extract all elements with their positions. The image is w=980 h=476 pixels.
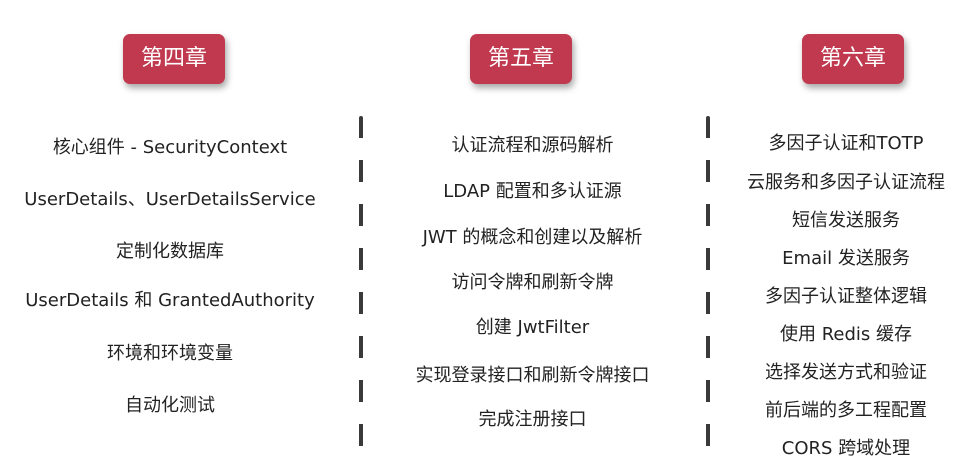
- chapter-title-5: 第五章: [470, 34, 573, 84]
- chapter-title-4: 第四章: [123, 34, 226, 84]
- chapter-column-6: 第六章 多因子认证和TOTP 云服务和多因子认证流程 短信发送服务 Email …: [712, 0, 980, 476]
- chapter-column-5: 第五章 认证流程和源码解析 LDAP 配置和多认证源 JWT 的概念和创建以及解…: [360, 0, 705, 476]
- column-divider: [706, 116, 710, 456]
- list-item: UserDetails、UserDetailsService: [24, 189, 316, 210]
- chapter-title-6: 第六章: [802, 34, 905, 84]
- list-item: 使用 Redis 缓存: [779, 324, 913, 345]
- list-item: 短信发送服务: [792, 210, 900, 231]
- list-item: 完成注册接口: [478, 409, 587, 430]
- list-item: 定制化数据库: [116, 241, 224, 262]
- list-item: 核心组件 - SecurityContext: [52, 137, 288, 158]
- list-item: 多因子认证和TOTP: [768, 133, 924, 154]
- list-item: 创建 JwtFilter: [475, 317, 590, 338]
- list-item: 认证流程和源码解析: [451, 135, 614, 156]
- list-item: LDAP 配置和多认证源: [443, 181, 622, 202]
- list-item: 前后端的多工程配置: [765, 400, 927, 421]
- list-item: Email 发送服务: [782, 248, 910, 269]
- chapter-column-4: 第四章 核心组件 - SecurityContext UserDetails、U…: [0, 0, 340, 476]
- list-item: JWT 的概念和创建以及解析: [422, 227, 643, 248]
- list-item: 选择发送方式和验证: [765, 362, 927, 383]
- list-item: 访问令牌和刷新令牌: [451, 272, 614, 293]
- list-item: 云服务和多因子认证流程: [747, 172, 945, 193]
- list-item: UserDetails 和 GrantedAuthority: [25, 290, 315, 311]
- list-item: 自动化测试: [125, 395, 215, 416]
- list-item: 多因子认证整体逻辑: [765, 286, 927, 307]
- list-item: 环境和环境变量: [107, 343, 233, 364]
- list-item: 实现登录接口和刷新令牌接口: [415, 365, 650, 386]
- list-item: CORS 跨域处理: [781, 438, 911, 459]
